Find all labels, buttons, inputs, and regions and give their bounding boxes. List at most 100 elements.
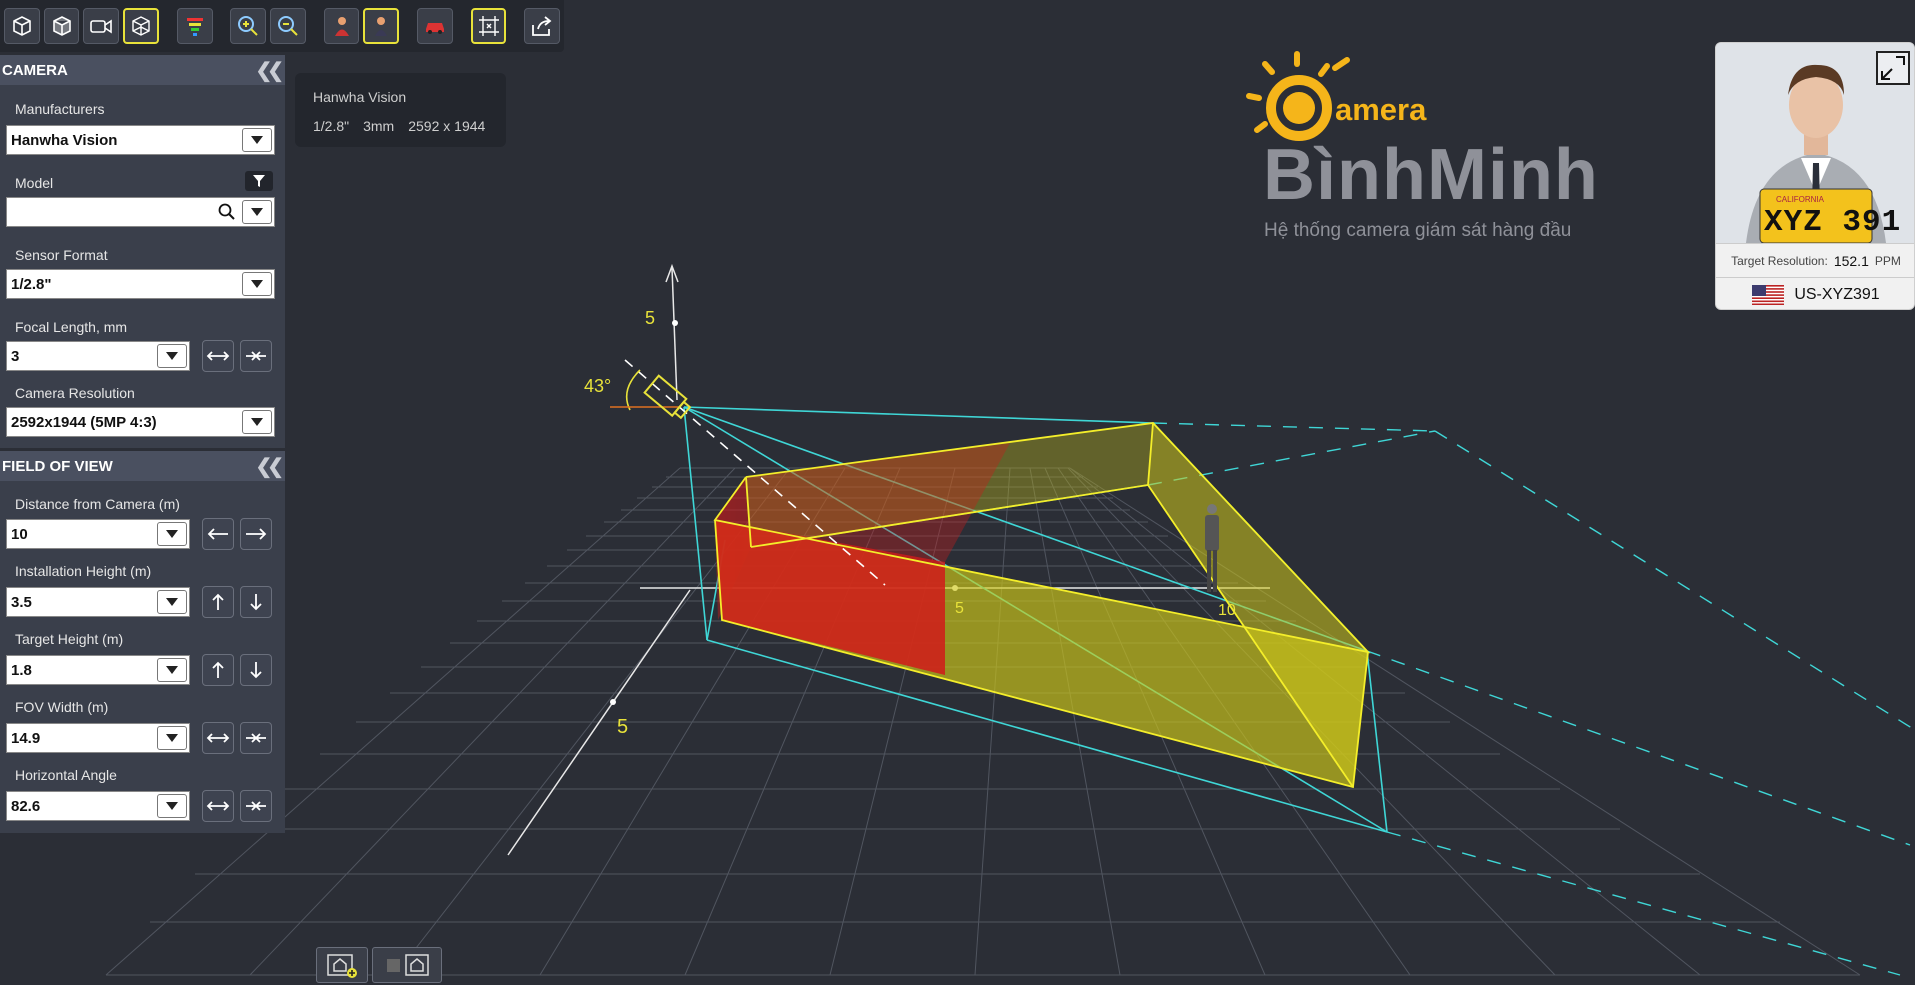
focal-widen-button[interactable] [202,340,234,372]
sensor-format-select[interactable]: 1/2.8" [6,269,275,299]
logo-tagline: Hệ thống camera giám sát hàng đầu [1264,220,1572,241]
plate-number: XYZ 391 [1764,205,1902,240]
installation-height-value: 3.5 [11,593,32,611]
width-row: 14.9 [0,721,285,755]
chevron-down-icon[interactable] [242,272,272,296]
cube-front-icon[interactable] [4,8,40,44]
focal-length-label: Focal Length, mm [15,319,128,335]
target-resolution-label: Target Resolution: [1731,253,1828,268]
x-axis-label-10: 10 [1218,602,1236,619]
color-filter-icon[interactable] [176,8,213,44]
camera-panel-header: CAMERA ❮❮ [0,55,285,85]
wireframe-cube-icon[interactable] [123,8,159,44]
distance-decrease-button[interactable] [202,518,234,550]
scene-toggle-button[interactable] [372,947,442,983]
add-scene-button[interactable] [316,947,368,983]
3d-viewport[interactable]: 43° 5 5 5 10 [0,0,1915,985]
height-down-button[interactable] [240,586,272,618]
manufacturer-value: Hanwha Vision [11,131,118,149]
camera-resolution-select[interactable]: 2592x1944 (5MP 4:3) [6,407,275,437]
chevron-down-icon[interactable] [157,590,187,614]
axis-tick-dot [610,699,616,705]
focal-length-select[interactable]: 3 [6,341,190,371]
target-person-image: CALIFORNIA XYZ 391 [1716,43,1914,244]
person-female-icon[interactable] [323,8,360,44]
width-narrow-button[interactable] [240,722,272,754]
arrows-out-icon [206,733,230,743]
search-icon[interactable] [218,203,236,225]
target-height-label: Target Height (m) [15,631,124,647]
vertical-axis-label: 5 [645,308,655,328]
chevron-down-icon[interactable] [157,726,187,750]
camera-resolution-value: 2592x1944 (5MP 4:3) [11,413,157,431]
cube-side-icon[interactable] [43,8,80,44]
scene-root: 43° 5 5 5 10 CAMERA ❮❮ Manufacturers Han… [0,0,1915,985]
angle-widen-button[interactable] [202,790,234,822]
chevron-down-icon[interactable] [242,200,272,224]
add-house-icon [327,954,357,978]
angle-narrow-button[interactable] [240,790,272,822]
info-focal: 3mm [363,118,395,134]
ground-grid [105,467,1861,976]
arrows-in-icon [246,801,266,811]
tilt-arc [625,369,641,411]
person-male-icon[interactable] [363,8,400,44]
installation-height-label: Installation Height (m) [15,563,152,579]
arrows-out-icon [206,801,230,811]
horizontal-angle-label: Horizontal Angle [15,767,117,783]
info-resolution: 2592 x 1944 [408,118,486,134]
horizontal-angle-select[interactable]: 82.6 [6,791,190,821]
width-widen-button[interactable] [202,722,234,754]
manufacturer-row: Hanwha Vision [0,123,285,157]
target-down-button[interactable] [240,654,272,686]
share-export-icon[interactable] [524,8,561,44]
distance-value: 10 [11,525,28,543]
height-up-button[interactable] [202,586,234,618]
target-preview-card: CALIFORNIA XYZ 391 Target Resolution: 15… [1715,42,1915,310]
camera-resolution-label: Camera Resolution [15,385,135,401]
sensor-format-label: Sensor Format [15,247,108,263]
distance-label: Distance from Camera (m) [15,496,180,512]
chevron-down-icon[interactable] [157,344,187,368]
info-manufacturer: Hanwha Vision [313,89,407,105]
distance-select[interactable]: 10 [6,519,190,549]
target-height-value: 1.8 [11,661,32,679]
collapse-chevron-icon[interactable]: ❮❮ [255,58,283,83]
arrow-down-icon [250,662,262,679]
manufacturer-select[interactable]: Hanwha Vision [6,125,275,155]
fov-width-value: 14.9 [11,729,41,747]
plate-id-text: US-XYZ391 [1794,285,1880,303]
grid-frame-icon[interactable] [470,8,507,44]
model-row [0,195,285,229]
chevron-down-icon[interactable] [157,522,187,546]
focal-narrow-button[interactable] [240,340,272,372]
model-search-input[interactable] [6,197,275,227]
arrow-up-icon [212,661,224,678]
distance-increase-button[interactable] [240,518,272,550]
collapse-chevron-icon[interactable]: ❮❮ [255,454,283,479]
focal-length-value: 3 [11,347,20,365]
expand-icon[interactable] [1876,51,1910,85]
chevron-down-icon[interactable] [157,658,187,682]
target-height-select[interactable]: 1.8 [6,655,190,685]
sensor-format-value: 1/2.8" [11,275,52,293]
filter-icon[interactable] [245,171,273,191]
plate-state: CALIFORNIA [1776,195,1825,204]
installation-height-select[interactable]: 3.5 [6,587,190,617]
fov-width-select[interactable]: 14.9 [6,723,190,753]
zoom-in-icon[interactable] [230,8,267,44]
model-label-row: Model [0,157,285,195]
logo-brand-name: BìnhMinh [1263,135,1599,215]
arrow-left-icon [207,528,228,540]
car-icon[interactable] [417,8,453,44]
target-volume [713,422,1371,789]
house-toggle-icon [387,954,429,976]
chevron-down-icon[interactable] [242,128,272,152]
target-up-button[interactable] [202,654,234,686]
chevron-down-icon[interactable] [157,794,187,818]
video-camera-icon[interactable] [83,8,120,44]
bottom-toolbar [316,947,442,983]
chevron-down-icon[interactable] [242,410,272,434]
zoom-out-icon[interactable] [270,8,306,44]
manufacturers-label: Manufacturers [15,101,105,117]
